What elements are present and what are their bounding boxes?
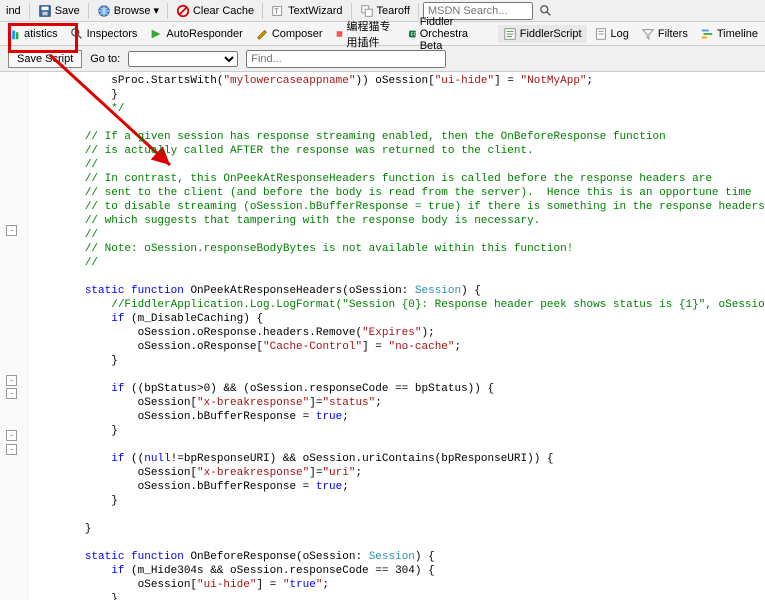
browse-button[interactable]: Browse ▾ <box>93 3 163 19</box>
textwizard-icon: T <box>271 4 285 18</box>
fold-marker[interactable]: - <box>6 444 17 455</box>
tab-filters[interactable]: Filters <box>636 25 693 43</box>
goto-select[interactable] <box>128 51 238 67</box>
timeline-icon <box>700 27 714 41</box>
tab-inspectors[interactable]: Inspectors <box>65 25 143 43</box>
search-icon <box>539 4 553 18</box>
fold-marker[interactable]: - <box>6 388 17 399</box>
tab-plugin[interactable]: 编程猫专用插件 <box>330 16 401 52</box>
svg-text:T: T <box>275 8 280 15</box>
filters-icon <box>641 27 655 41</box>
save-button[interactable]: Save <box>34 3 84 19</box>
fiddlerscript-icon <box>503 27 517 41</box>
editor-wrap: - - - - - sProc.StartsWith("mylowercasea… <box>0 72 765 600</box>
tab-composer[interactable]: Composer <box>250 25 328 43</box>
orchestra-icon: FO <box>408 27 417 41</box>
tab-statistics[interactable]: atistics <box>2 25 63 43</box>
composer-icon <box>255 27 269 41</box>
tab-orchestra[interactable]: FOFiddler Orchestra Beta <box>403 14 496 54</box>
tab-log[interactable]: Log <box>589 25 634 43</box>
tab-timeline[interactable]: Timeline <box>695 25 763 43</box>
save-icon <box>38 4 52 18</box>
stats-icon <box>7 27 21 41</box>
clear-cache-icon <box>176 4 190 18</box>
svg-text:FO: FO <box>411 32 417 38</box>
tab-bar: atistics Inspectors AutoResponder Compos… <box>0 22 765 46</box>
browse-icon <box>97 4 111 18</box>
search-go-button[interactable] <box>535 3 557 19</box>
plugin-icon <box>335 27 344 41</box>
code-editor[interactable]: sProc.StartsWith("mylowercaseappname")) … <box>28 72 765 600</box>
save-script-button[interactable]: Save Script <box>8 50 82 68</box>
inspectors-icon <box>70 27 84 41</box>
fold-marker[interactable]: - <box>6 225 17 236</box>
autoresponder-icon <box>149 27 163 41</box>
tab-fiddlerscript[interactable]: FiddlerScript <box>498 25 587 43</box>
fold-marker[interactable]: - <box>6 375 17 386</box>
log-icon <box>594 27 608 41</box>
find-button[interactable]: ind <box>2 4 25 18</box>
gutter: - - - - - <box>0 72 28 600</box>
goto-label: Go to: <box>90 53 120 65</box>
fold-marker[interactable]: - <box>6 430 17 441</box>
clear-cache-button[interactable]: Clear Cache <box>172 3 258 19</box>
tab-autoresponder[interactable]: AutoResponder <box>144 25 247 43</box>
